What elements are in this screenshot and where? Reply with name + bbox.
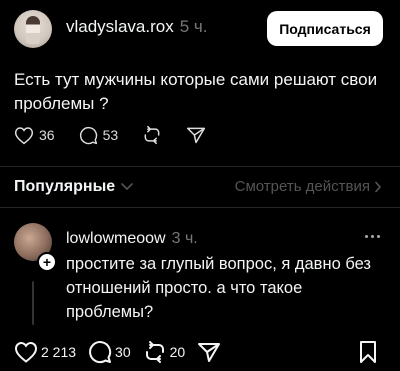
repost-button[interactable] (142, 125, 162, 145)
reply-comment-count: 30 (115, 344, 131, 360)
reply-like-button[interactable]: 2 213 (14, 341, 76, 363)
bookmark-icon[interactable] (357, 340, 379, 364)
post-timestamp: 5 ч. (179, 17, 208, 36)
reply-actions: 2 213 30 20 (14, 340, 233, 364)
repost-arrows-icon (143, 340, 167, 364)
follow-plus-badge[interactable]: + (37, 252, 57, 272)
view-activity-link[interactable]: Смотреть действия (235, 178, 382, 195)
like-count: 36 (39, 127, 55, 143)
reply-comment-button[interactable]: 30 (88, 340, 131, 364)
heart-icon (14, 341, 38, 363)
post-author-row: vladyslava.rox 5 ч. (66, 17, 207, 37)
divider (0, 166, 400, 167)
subscribe-button[interactable]: Подписаться (267, 11, 383, 46)
post-author-avatar[interactable] (14, 10, 52, 48)
chevron-down-icon (120, 182, 134, 192)
reply-author-row: lowlowmeoow 3 ч. (66, 230, 198, 248)
post-actions: 36 53 (14, 124, 230, 146)
view-activity-label: Смотреть действия (234, 178, 370, 195)
more-dots-icon[interactable] (365, 235, 380, 238)
send-icon (186, 125, 206, 145)
reply-like-count: 2 213 (41, 344, 77, 360)
reply-timestamp: 3 ч. (171, 230, 198, 247)
sort-label: Популярные (14, 178, 116, 195)
reply-share-button[interactable] (197, 340, 221, 364)
like-button[interactable]: 36 (14, 126, 55, 145)
post-text: Есть тут мужчины которые сами решают сво… (14, 70, 378, 113)
repost-arrows-icon (142, 125, 162, 145)
heart-icon (14, 126, 34, 145)
chevron-right-icon (374, 181, 382, 193)
reply-repost-button[interactable]: 20 (143, 340, 186, 364)
sort-dropdown[interactable]: Популярные (14, 178, 134, 196)
reply-text: простите за глупый вопрос, я давно без о… (66, 255, 371, 321)
share-button[interactable] (186, 125, 206, 145)
comment-bubble-icon (88, 340, 112, 364)
post-author-name[interactable]: vladyslava.rox (66, 17, 174, 37)
send-icon (197, 340, 221, 364)
comment-count: 53 (102, 127, 119, 143)
comment-button[interactable]: 53 (79, 126, 119, 145)
comment-bubble-icon (79, 126, 98, 145)
thread-line (32, 281, 34, 325)
divider (0, 207, 400, 208)
avatar-figure (26, 16, 40, 44)
reply-author-name[interactable]: lowlowmeoow (66, 230, 166, 248)
reply-repost-count: 20 (169, 344, 186, 360)
